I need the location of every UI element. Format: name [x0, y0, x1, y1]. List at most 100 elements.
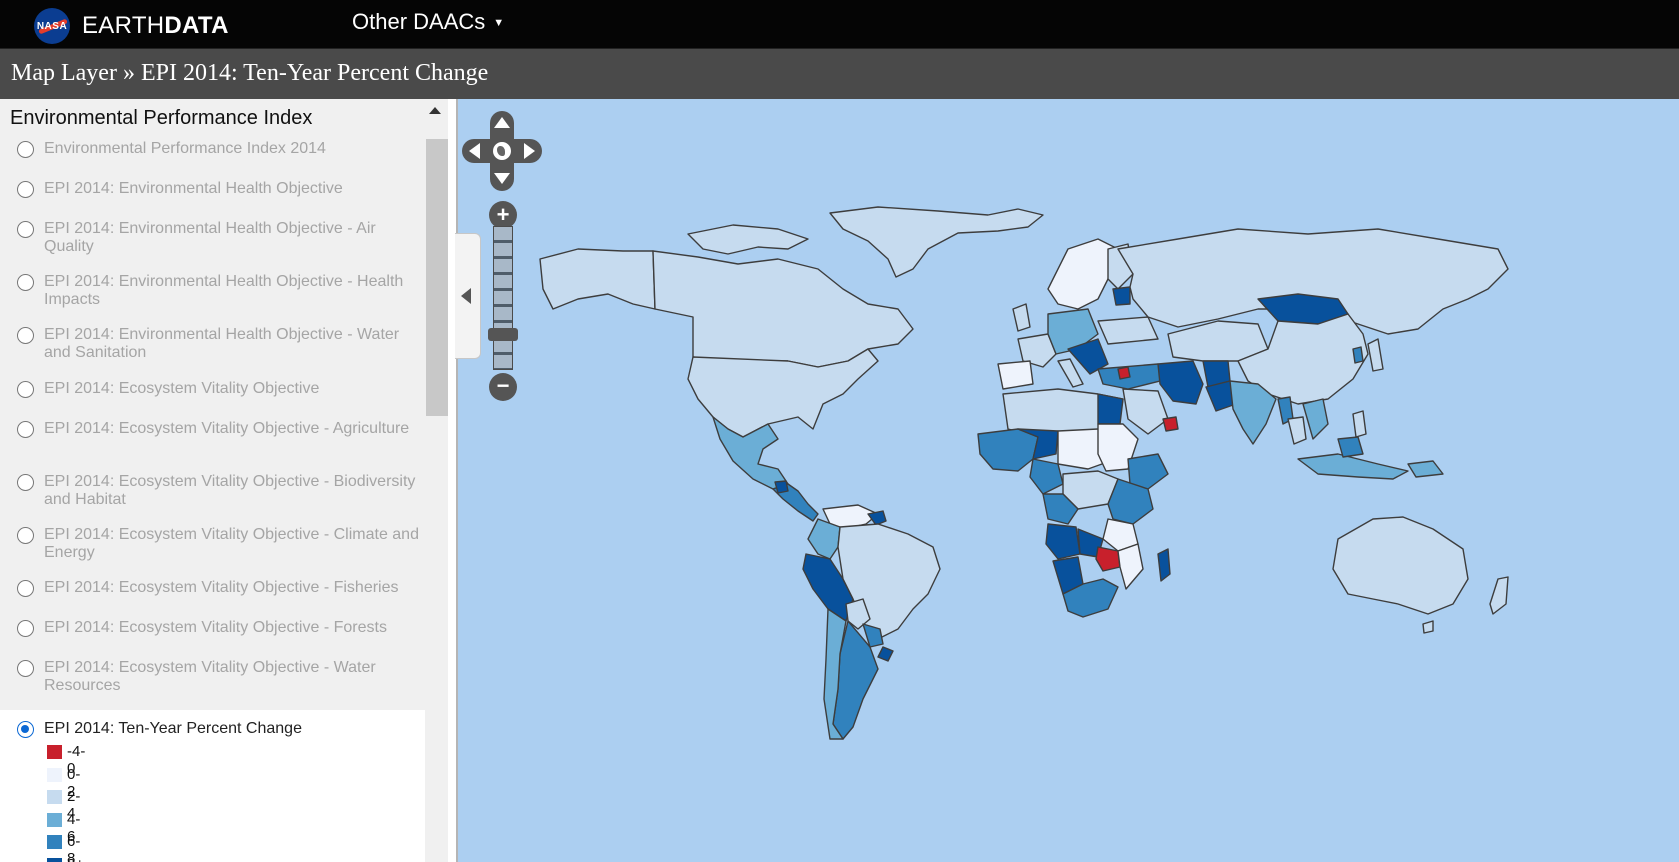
region-colombia	[807, 518, 841, 560]
region-uruguay	[877, 646, 894, 662]
layer-option[interactable]: EPI 2014: Environmental Health Objective…	[0, 272, 425, 322]
legend-swatch	[47, 812, 62, 827]
region-nigeria	[1029, 458, 1064, 495]
earthdata-brand[interactable]: EARTHDATA	[82, 12, 229, 40]
collapse-up-icon[interactable]	[429, 107, 441, 114]
layer-option-label: EPI 2014: Environmental Health Objective…	[44, 273, 404, 308]
map-divider	[456, 99, 458, 862]
layer-option[interactable]: EPI 2014: Ecosystem Vitality Objective -…	[0, 472, 425, 522]
region-zimbabwe	[1095, 546, 1121, 572]
radio-button[interactable]	[17, 421, 34, 438]
layer-option[interactable]: Environmental Performance Index 2014	[0, 139, 425, 175]
region-syria	[1117, 366, 1131, 380]
region-canada-arctic	[687, 224, 809, 255]
title-bar: Map Layer » EPI 2014: Ten-Year Percent C…	[0, 49, 1679, 99]
region-west-africa	[977, 428, 1039, 472]
radio-button[interactable]	[17, 381, 34, 398]
legend-swatch	[47, 835, 62, 849]
pan-up-icon[interactable]	[494, 117, 510, 128]
region-turkey	[1097, 363, 1169, 390]
region-guyana	[867, 510, 887, 526]
scrollbar-thumb[interactable]	[426, 139, 448, 416]
other-daacs-dropdown[interactable]: Other DAACs ▼	[352, 9, 504, 35]
zoom-slider-handle[interactable]	[488, 328, 518, 342]
region-alaska	[539, 248, 656, 310]
other-daacs-label: Other DAACs	[352, 9, 486, 34]
zoom-out-button[interactable]: −	[489, 373, 517, 401]
region-iberia	[997, 360, 1034, 390]
pan-right-icon[interactable]	[524, 143, 535, 159]
world-choropleth[interactable]	[458, 99, 1679, 862]
pan-left-icon[interactable]	[469, 143, 480, 159]
region-new-zealand	[1489, 576, 1509, 615]
radio-button[interactable]	[17, 660, 34, 677]
top-navbar: NASA EARTHDATA Other DAACs ▼	[0, 0, 1679, 49]
layer-option-label: EPI 2014: Ecosystem Vitality Objective -…	[44, 420, 410, 437]
layer-option[interactable]: EPI 2014: Ecosystem Vitality Objective -…	[0, 658, 425, 708]
region-tasmania	[1422, 620, 1434, 634]
radio-button[interactable]	[17, 181, 34, 198]
layer-option[interactable]: EPI 2014: Ecosystem Vitality Objective	[0, 379, 425, 415]
zoom-in-button[interactable]: +	[489, 201, 517, 229]
region-borneo	[1337, 436, 1364, 458]
radio-button[interactable]	[17, 527, 34, 544]
radio-button[interactable]	[17, 620, 34, 637]
selected-layer-option[interactable]: EPI 2014: Ten-Year Percent Change -4-0 0-…	[0, 710, 425, 862]
region-indonesia	[1297, 453, 1409, 480]
pan-control[interactable]	[462, 111, 542, 191]
layer-option[interactable]: EPI 2014: Environmental Health Objective…	[0, 325, 425, 375]
radio-button[interactable]	[17, 274, 34, 291]
region-baltics	[1112, 286, 1131, 306]
region-indochina	[1302, 398, 1329, 440]
zoom-slider-track[interactable]	[493, 226, 513, 370]
layer-option[interactable]: EPI 2014: Environmental Health Objective…	[0, 219, 425, 269]
globe-reset-icon[interactable]	[493, 142, 511, 160]
layer-option-label: EPI 2014: Ecosystem Vitality Objective -…	[44, 659, 376, 694]
selected-layer-label: EPI 2014: Ten-Year Percent Change	[44, 720, 302, 737]
region-australia	[1332, 516, 1469, 615]
region-thailand	[1287, 416, 1307, 445]
layer-option-label: EPI 2014: Ecosystem Vitality Objective	[44, 380, 320, 397]
region-guatemala	[774, 480, 789, 494]
region-philippines	[1352, 410, 1367, 438]
chevron-down-icon: ▼	[493, 17, 505, 29]
region-angola	[1045, 523, 1081, 560]
region-mozambique	[1117, 543, 1144, 590]
layer-option[interactable]: EPI 2014: Ecosystem Vitality Objective -…	[0, 419, 425, 469]
region-uk	[1012, 303, 1031, 332]
layer-option-label: EPI 2014: Ecosystem Vitality Objective -…	[44, 526, 419, 561]
layer-option-label: EPI 2014: Ecosystem Vitality Objective -…	[44, 579, 399, 596]
radio-button[interactable]	[17, 580, 34, 597]
region-iran	[1157, 360, 1204, 405]
pan-down-icon[interactable]	[494, 173, 510, 184]
layer-option[interactable]: EPI 2014: Environmental Health Objective	[0, 179, 425, 215]
region-ukraine	[1097, 316, 1159, 345]
region-papua	[1407, 460, 1444, 478]
layer-option[interactable]: EPI 2014: Ecosystem Vitality Objective -…	[0, 578, 425, 614]
map-view[interactable]	[458, 99, 1679, 862]
layer-option[interactable]: EPI 2014: Ecosystem Vitality Objective -…	[0, 525, 425, 575]
radio-button[interactable]	[17, 141, 34, 158]
layer-option-label: EPI 2014: Ecosystem Vitality Objective -…	[44, 473, 416, 508]
nasa-logo[interactable]: NASA	[34, 8, 70, 44]
layer-sidebar: Environmental Performance Index Environm…	[0, 99, 448, 862]
legend-swatch	[47, 790, 62, 804]
radio-button[interactable]	[17, 221, 34, 238]
region-italy	[1057, 358, 1084, 388]
region-saudi-arabia	[1122, 388, 1169, 435]
radio-button[interactable]	[17, 474, 34, 491]
layer-option-label: EPI 2014: Environmental Health Objective…	[44, 326, 400, 361]
radio-button[interactable]	[17, 327, 34, 344]
layer-option[interactable]: EPI 2014: Ecosystem Vitality Objective -…	[0, 618, 425, 654]
region-yemen-oman	[1162, 416, 1179, 432]
region-canada	[652, 250, 914, 368]
region-egypt	[1097, 393, 1124, 425]
radio-button-checked[interactable]	[17, 721, 34, 738]
layer-option-label: EPI 2014: Ecosystem Vitality Objective -…	[44, 619, 387, 636]
region-greenland	[829, 206, 1044, 278]
nasa-logo-text: NASA	[36, 20, 68, 32]
sidebar-toggle-button[interactable]	[455, 233, 481, 359]
layer-option-label: Environmental Performance Index 2014	[44, 140, 326, 157]
brand-bold: DATA	[164, 12, 229, 39]
legend-swatch	[47, 767, 62, 782]
